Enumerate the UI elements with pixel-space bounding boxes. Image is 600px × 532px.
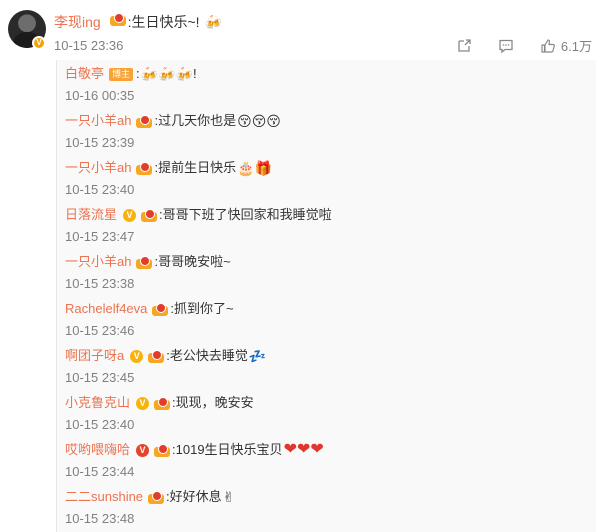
list-item: 一只小羊ah :过几天你也是 😚😚😚 10-15 23:39 <box>65 111 281 153</box>
list-item: Rachelelf4eva :抓到你了~ 10-15 23:46 <box>65 299 234 341</box>
reply-time: 10-15 23:40 <box>65 417 135 432</box>
reply-username[interactable]: 一只小羊ah <box>65 252 131 272</box>
reply-suffix: ! <box>192 66 197 81</box>
reply-text: :提前生日快乐 <box>154 160 237 175</box>
crown-icon <box>153 443 171 458</box>
author-tag: 博主 <box>109 67 134 81</box>
reply-username[interactable]: 日落流星 <box>65 205 117 225</box>
crown-icon <box>135 114 153 129</box>
main-comment-text: :生日快乐~! <box>127 14 200 30</box>
list-item: 日落流星 V :哥哥下班了快回家和我睡觉啦 10-15 23:47 <box>65 205 332 247</box>
reply-emoji: ✌ <box>222 489 235 505</box>
verified-badge-icon: V <box>130 349 144 363</box>
crown-icon <box>153 396 171 411</box>
reply-time: 10-15 23:39 <box>65 135 135 150</box>
reply-time: 10-15 23:44 <box>65 464 135 479</box>
main-comment: V 李现ing :生日快乐~! 🍻 10-15 23:36 6.1万 <box>0 0 600 60</box>
list-item: 啊团子呀a V :老公快去睡觉 💤 10-15 23:45 <box>65 346 266 388</box>
reply-text: :哥哥晚安啦~ <box>154 254 231 269</box>
share-button[interactable] <box>456 38 472 54</box>
verified-badge-icon: V <box>136 396 150 410</box>
reply-username[interactable]: 二二sunshine <box>65 487 143 507</box>
verified-badge-icon: V <box>123 208 137 222</box>
main-username[interactable]: 李现ing <box>54 14 101 30</box>
reply-time: 10-16 00:35 <box>65 88 135 103</box>
reply-time: 10-15 23:38 <box>65 276 135 291</box>
crown-icon <box>151 302 169 317</box>
reply-list: 白敬亭 博主 : 🍻🍻🍻 ! 10-16 00:35 一只小羊ah :过几天你也… <box>56 60 596 532</box>
reply-emoji: 🍻🍻🍻 <box>140 66 193 82</box>
like-icon <box>541 38 555 53</box>
main-comment-emoji: 🍻 <box>204 14 222 30</box>
reply-username[interactable]: 白敬亭 <box>65 64 104 84</box>
reply-username[interactable]: Rachelelf4eva <box>65 299 147 319</box>
like-button[interactable]: 6.1万 <box>540 36 592 55</box>
reply-text: :好好休息 <box>166 489 222 504</box>
crown-icon <box>109 12 127 27</box>
share-icon <box>458 38 471 52</box>
reply-text: :抓到你了~ <box>170 301 234 316</box>
reply-text: :现现，晚安安 <box>172 395 254 410</box>
reply-username[interactable]: 哎哟喂嗨哈 <box>65 440 130 460</box>
list-item: 一只小羊ah :哥哥晚安啦~ 10-15 23:38 <box>65 252 231 294</box>
reply-username[interactable]: 啊团子呀a <box>65 346 124 366</box>
crown-icon <box>147 490 165 505</box>
list-item: 小克鲁克山 V :现现，晚安安 10-15 23:40 <box>65 393 254 435</box>
reply-text: : <box>136 66 140 81</box>
reply-time: 10-15 23:47 <box>65 229 135 244</box>
main-comment-line: 李现ing :生日快乐~! 🍻 <box>54 12 222 32</box>
reply-emoji: 💤 <box>248 348 267 364</box>
reply-text: :过几天你也是 <box>154 113 237 128</box>
verified-badge-icon: V <box>32 36 46 50</box>
crown-icon <box>140 208 158 223</box>
main-comment-time: 10-15 23:36 <box>54 38 124 53</box>
verified-badge-icon: V <box>136 443 150 457</box>
comment-button[interactable] <box>498 38 514 54</box>
reply-username[interactable]: 小克鲁克山 <box>65 393 130 413</box>
list-item: 哎哟喂嗨哈 V :1019生日快乐宝贝 ❤❤❤ 10-15 23:44 <box>65 440 324 482</box>
list-item: 二二sunshine :好好休息 ✌ 10-15 23:48 <box>65 487 234 529</box>
crown-icon <box>135 161 153 176</box>
comment-actions: 6.1万 <box>456 36 592 55</box>
reply-text: :1019生日快乐宝贝 <box>172 442 283 457</box>
comment-icon <box>499 39 513 53</box>
reply-text: :老公快去睡觉 <box>166 348 248 363</box>
reply-time: 10-15 23:48 <box>65 511 135 526</box>
reply-emoji: 🎂🎁 <box>237 160 272 176</box>
crown-icon <box>147 349 165 364</box>
reply-time: 10-15 23:46 <box>65 323 135 338</box>
list-item: 白敬亭 博主 : 🍻🍻🍻 ! 10-16 00:35 <box>65 64 197 106</box>
crown-icon <box>135 255 153 270</box>
like-count: 6.1万 <box>560 39 592 54</box>
reply-time: 10-15 23:45 <box>65 370 135 385</box>
reply-emoji: 😚😚😚 <box>237 113 281 129</box>
reply-username[interactable]: 一只小羊ah <box>65 111 131 131</box>
reply-text: :哥哥下班了快回家和我睡觉啦 <box>159 207 332 222</box>
reply-username[interactable]: 一只小羊ah <box>65 158 131 178</box>
heart-icon: ❤❤❤ <box>283 441 324 458</box>
reply-time: 10-15 23:40 <box>65 182 135 197</box>
list-item: 一只小羊ah :提前生日快乐 🎂🎁 10-15 23:40 <box>65 158 272 200</box>
